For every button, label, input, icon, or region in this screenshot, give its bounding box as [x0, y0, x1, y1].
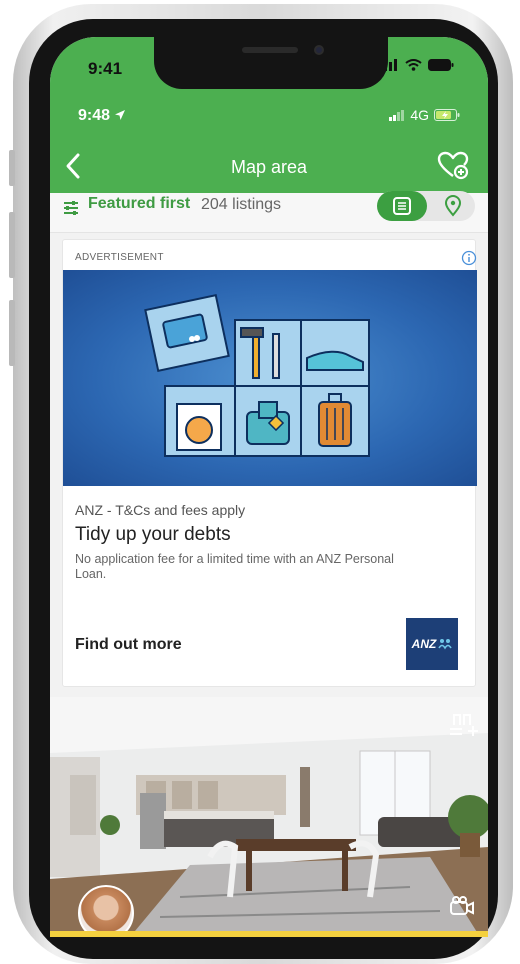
- app-indicators: 4G: [389, 107, 460, 123]
- puzzle-illustration: [144, 294, 370, 457]
- agent-bar: [50, 931, 488, 937]
- video-tour-icon[interactable]: [448, 895, 476, 919]
- info-icon[interactable]: [461, 250, 477, 266]
- ad-title[interactable]: Tidy up your debts: [75, 524, 231, 546]
- app-status-bar: 9:48 4G: [50, 95, 488, 135]
- network-type: 4G: [410, 107, 429, 123]
- find-out-more-link[interactable]: Find out more: [75, 636, 182, 654]
- wifi-icon: [405, 59, 422, 71]
- camera: [314, 45, 324, 55]
- app-time: 9:48: [78, 107, 126, 125]
- notch: [154, 37, 388, 89]
- filter-sliders-icon[interactable]: [62, 199, 80, 217]
- silent-switch: [9, 150, 15, 186]
- featured-first-sort[interactable]: Featured first: [88, 195, 190, 213]
- ad-description: No application fee for a limited time wi…: [75, 552, 394, 581]
- phone-screen: 9:41 9:48 4G Map area Featured first 204…: [50, 37, 488, 937]
- location-arrow-icon: [115, 110, 126, 120]
- filter-bar: Featured first 204 listings: [50, 191, 488, 233]
- page-title: Map area: [230, 157, 308, 177]
- list-view-icon: [393, 197, 411, 215]
- anz-logo-text: ANZ: [411, 637, 437, 651]
- agent-avatar[interactable]: [78, 885, 134, 937]
- cell-signal-icon: [389, 109, 405, 121]
- speaker: [242, 47, 298, 53]
- battery-icon: [428, 59, 454, 71]
- listing-count: 204 listings: [201, 196, 282, 213]
- volume-up-button: [9, 212, 15, 278]
- shortlist-add-icon[interactable]: [446, 709, 480, 739]
- view-toggle: [377, 191, 475, 221]
- app-time-text: 9:48: [78, 107, 111, 124]
- map-view-button[interactable]: [433, 191, 473, 221]
- list-view-button[interactable]: [377, 191, 427, 221]
- ad-advertiser: ANZ - T&Cs and fees apply: [75, 502, 246, 518]
- device-indicators: [379, 59, 454, 71]
- anz-logo[interactable]: ANZ: [406, 618, 458, 670]
- heart-add-icon[interactable]: [436, 150, 470, 180]
- advertisement-card[interactable]: ADVERTISEMENT ANZ - T&Cs and fees apply …: [62, 239, 477, 687]
- ad-banner-image[interactable]: [63, 270, 477, 486]
- anz-people-icon: [438, 639, 453, 650]
- navigation-bar: Map area: [50, 145, 488, 191]
- device-time: 9:41: [88, 59, 123, 78]
- map-pin-icon: [444, 195, 462, 217]
- advertisement-label: ADVERTISEMENT: [75, 252, 164, 263]
- charging-battery-icon: [434, 109, 460, 121]
- volume-down-button: [9, 300, 15, 366]
- listing-photo[interactable]: [50, 697, 488, 937]
